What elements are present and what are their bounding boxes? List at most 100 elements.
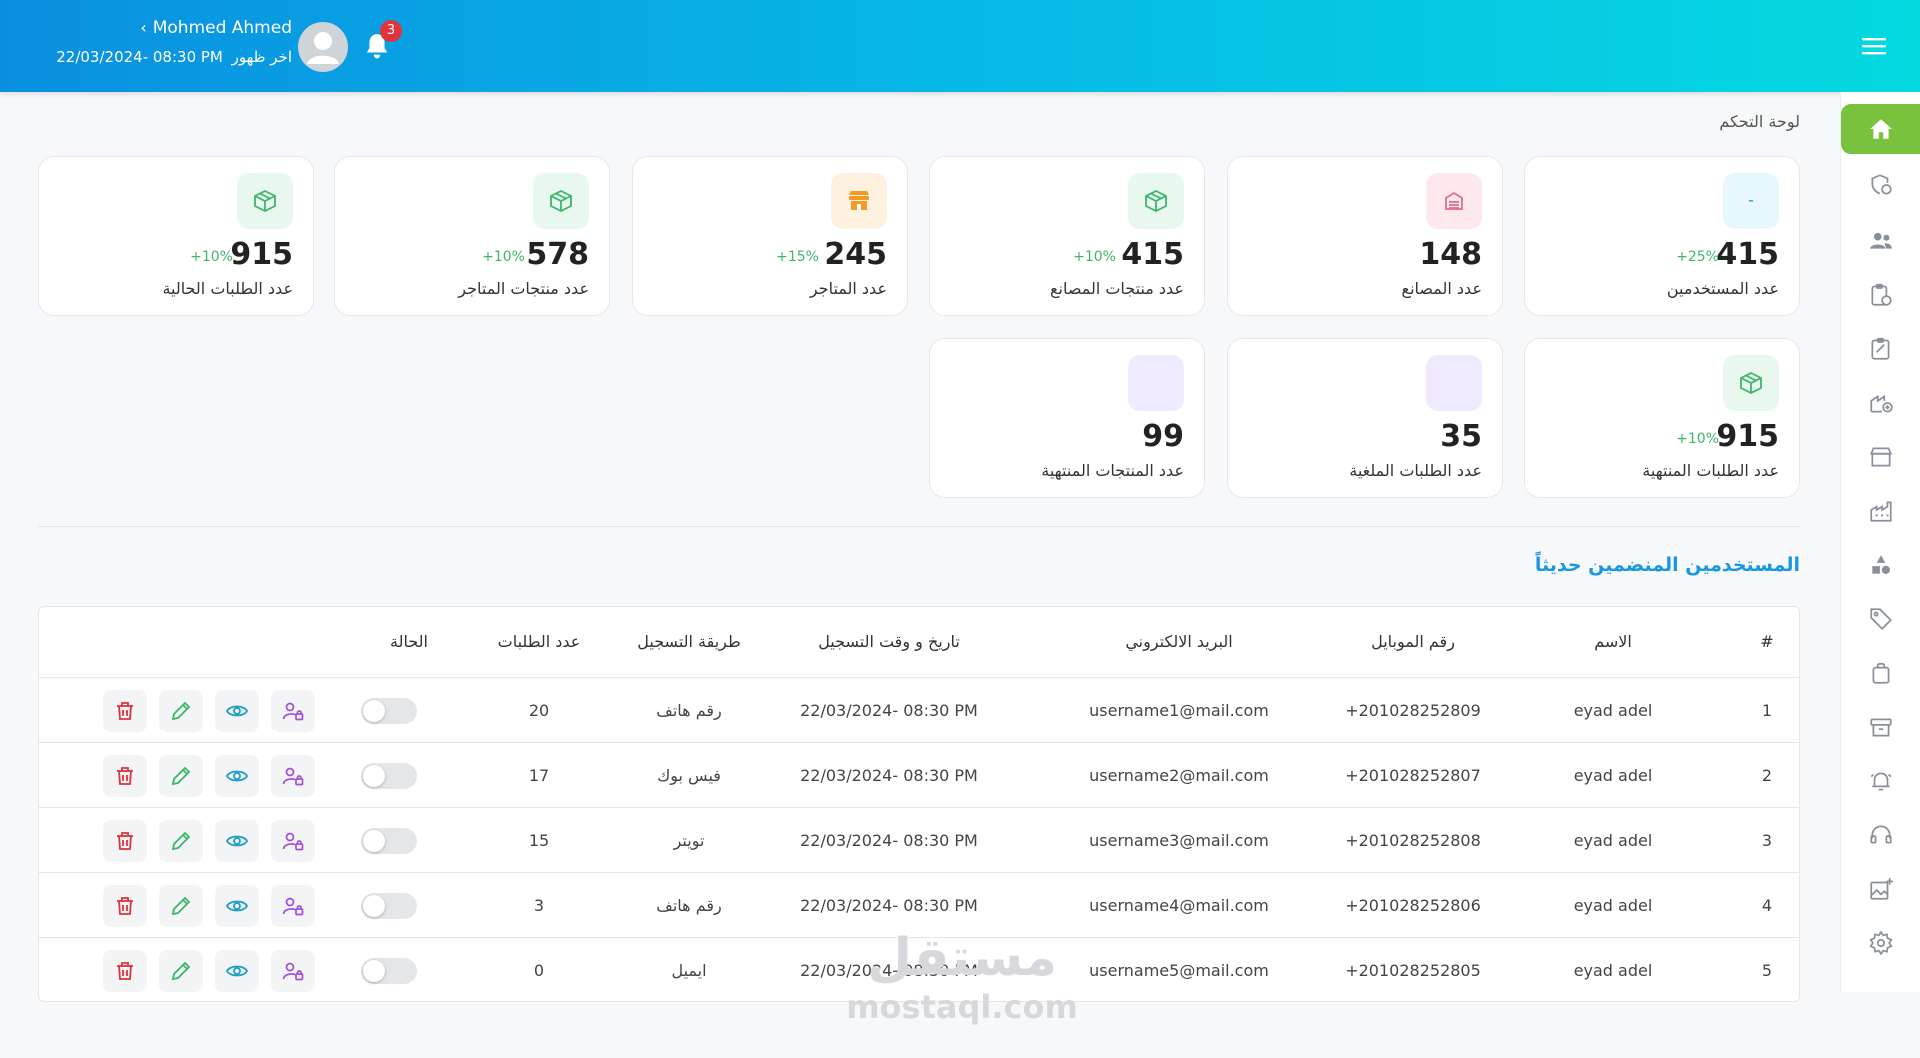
view-button[interactable] — [215, 885, 259, 927]
status-toggle[interactable] — [361, 763, 417, 789]
permissions-button[interactable] — [271, 755, 315, 797]
user-name-row[interactable]: ‹ Mohmed Ahmed — [40, 16, 292, 40]
sidebar-item-users[interactable] — [1841, 216, 1920, 266]
stat-value: 915 — [1716, 419, 1779, 454]
cell-name: eyad adel — [1573, 701, 1653, 720]
avatar[interactable] — [298, 22, 348, 72]
permissions-button[interactable] — [271, 950, 315, 992]
column-header-email[interactable]: البريد الالكتروني — [1059, 607, 1299, 677]
sidebar-item-alerts[interactable] — [1841, 756, 1920, 806]
sidebar-item-factories[interactable] — [1841, 486, 1920, 536]
stat-value: 148 — [1419, 237, 1482, 272]
sidebar-item-add-image[interactable] — [1841, 864, 1920, 914]
trash-icon — [117, 767, 133, 785]
stat-card-factory-products[interactable]: 415 +10% عدد منتجات المصانع — [929, 156, 1205, 316]
trash-icon — [117, 832, 133, 850]
sidebar-item-settings[interactable] — [1841, 918, 1920, 968]
stat-value: 578 — [526, 237, 589, 272]
eye-icon — [225, 705, 249, 717]
delete-button[interactable] — [103, 950, 147, 992]
edit-button[interactable] — [159, 950, 203, 992]
cell-name: eyad adel — [1573, 766, 1653, 785]
last-seen: اخر ظهور 22/03/2024- 08:30 PM — [40, 44, 292, 70]
stat-card-cancelled-orders[interactable]: 35 عدد الطلبات الملغية — [1227, 338, 1503, 498]
sidebar-item-support[interactable] — [1841, 810, 1920, 860]
cell-orders: 17 — [528, 766, 550, 785]
sidebar-item-orders[interactable] — [1841, 270, 1920, 320]
stat-value: 99 — [1142, 419, 1184, 454]
user-info[interactable]: ‹ Mohmed Ahmed اخر ظهور 22/03/2024- 08:30… — [40, 16, 292, 70]
column-header-date[interactable]: تاريخ و وقت التسجيل — [759, 607, 1019, 677]
edit-document-icon — [1871, 337, 1890, 360]
edit-button[interactable] — [159, 690, 203, 732]
stat-card-store-products[interactable]: 578 +10% عدد منتجات المتاجر — [334, 156, 610, 316]
stat-card-finished-orders[interactable]: 915 +10% عدد الطلبات المنتهية — [1524, 338, 1800, 498]
view-button[interactable] — [215, 820, 259, 862]
cell-method: رقم هاتف — [656, 896, 722, 915]
user-lock-icon — [282, 897, 304, 916]
cell-method: رقم هاتف — [656, 701, 722, 720]
cell-number: 4 — [1761, 896, 1773, 915]
delete-button[interactable] — [103, 820, 147, 862]
column-header-name[interactable]: الاسم — [1513, 607, 1713, 677]
status-toggle[interactable] — [361, 698, 417, 724]
sidebar-item-home[interactable] — [1841, 104, 1920, 154]
sidebar-item-security[interactable] — [1841, 160, 1920, 210]
stat-card-current-orders[interactable]: 915 +10% عدد الطلبات الحالية — [38, 156, 314, 316]
sidebar-item-reports[interactable] — [1841, 324, 1920, 374]
sidebar-item-shopping[interactable] — [1841, 648, 1920, 698]
stat-title: عدد منتجات المتاجر — [458, 279, 589, 298]
stat-change: +15% — [776, 249, 819, 265]
permissions-button[interactable] — [271, 820, 315, 862]
alarm-icon — [1870, 772, 1892, 791]
status-toggle[interactable] — [361, 893, 417, 919]
edit-button[interactable] — [159, 755, 203, 797]
column-header-status[interactable]: الحالة — [359, 607, 459, 677]
box-icon — [533, 173, 589, 229]
eye-icon — [225, 835, 249, 847]
eye-icon — [225, 900, 249, 912]
status-toggle[interactable] — [361, 958, 417, 984]
pencil-icon — [171, 961, 191, 981]
status-toggle[interactable] — [361, 828, 417, 854]
cell-orders: 3 — [533, 896, 545, 915]
chevron-left-icon[interactable]: ‹ — [140, 16, 146, 40]
delete-button[interactable] — [103, 690, 147, 732]
sidebar-item-stores[interactable] — [1841, 432, 1920, 482]
trash-icon — [117, 702, 133, 720]
cell-method: ايميل — [671, 961, 707, 980]
view-button[interactable] — [215, 755, 259, 797]
pencil-icon — [171, 896, 191, 916]
column-header-number[interactable]: # — [1747, 607, 1787, 677]
sidebar-item-categories[interactable] — [1841, 540, 1920, 590]
edit-button[interactable] — [159, 820, 203, 862]
user-lock-icon — [282, 702, 304, 721]
sidebar-item-add-factory[interactable] — [1841, 378, 1920, 428]
permissions-button[interactable] — [271, 885, 315, 927]
stat-card-users[interactable]: 415 +25% عدد المستخدمين — [1524, 156, 1800, 316]
delete-button[interactable] — [103, 885, 147, 927]
column-header-method[interactable]: طريقة التسجيل — [599, 607, 779, 677]
sidebar-item-tags[interactable] — [1841, 594, 1920, 644]
stat-title: عدد الطلبات الملغية — [1349, 461, 1482, 480]
sidebar-item-archive[interactable] — [1841, 702, 1920, 752]
permissions-button[interactable] — [271, 690, 315, 732]
hamburger-menu-icon[interactable] — [1862, 36, 1886, 56]
stat-value: 35 — [1440, 419, 1482, 454]
box-icon — [237, 173, 293, 229]
cell-name: eyad adel — [1573, 831, 1653, 850]
stat-card-factories[interactable]: 148 عدد المصانع — [1227, 156, 1503, 316]
stat-card-stores[interactable]: 245 +15% عدد المتاجر — [632, 156, 908, 316]
view-button[interactable] — [215, 690, 259, 732]
column-header-orders[interactable]: عدد الطلبات — [469, 607, 609, 677]
view-button[interactable] — [215, 950, 259, 992]
gear-icon — [1869, 930, 1893, 956]
delete-button[interactable] — [103, 755, 147, 797]
notification-badge: 3 — [380, 20, 402, 42]
column-header-phone[interactable]: رقم الموبايل — [1313, 607, 1513, 677]
cell-orders: 20 — [528, 701, 550, 720]
edit-button[interactable] — [159, 885, 203, 927]
stat-title: عدد المنتجات المنتهية — [1041, 461, 1184, 480]
stat-card-finished-products[interactable]: 99 عدد المنتجات المنتهية — [929, 338, 1205, 498]
blank-icon — [1128, 355, 1184, 411]
